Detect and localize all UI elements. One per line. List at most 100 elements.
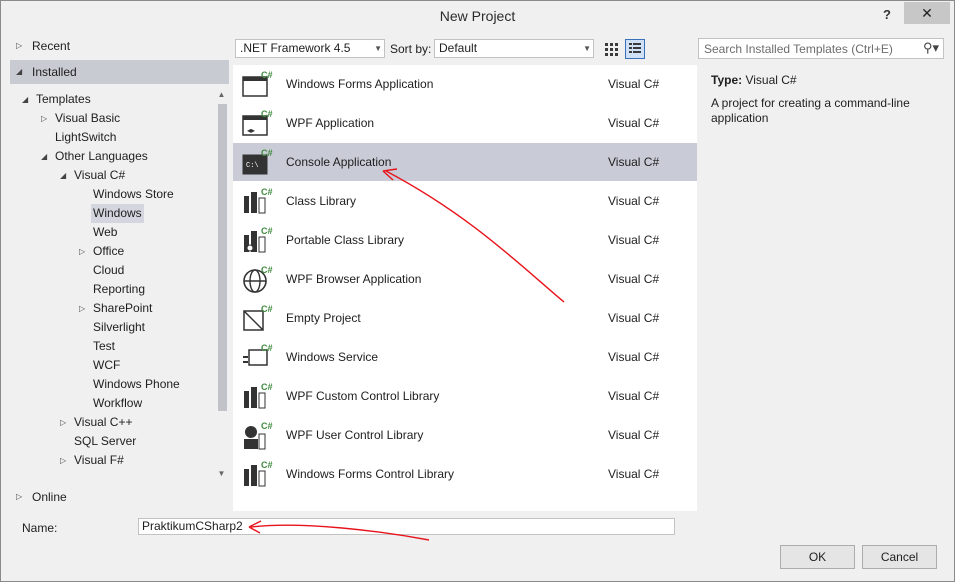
expand-arrow-icon[interactable]: ▷ bbox=[79, 242, 85, 261]
tree-item-label: Windows Phone bbox=[93, 377, 180, 391]
sort-select[interactable]: Default ▼ bbox=[434, 39, 594, 58]
template-row[interactable]: C:\ C# Console Application Visual C# bbox=[233, 143, 697, 181]
template-row[interactable]: C# Windows Forms Application Visual C# bbox=[233, 65, 697, 103]
globe-icon: C# bbox=[241, 264, 273, 294]
windows-forms-icon: C# bbox=[241, 69, 273, 99]
expand-arrow-icon[interactable]: ▷ bbox=[60, 413, 66, 432]
template-row[interactable]: C# Windows Forms Control Library Visual C# bbox=[233, 455, 697, 493]
project-name-input[interactable]: PraktikumCSharp2 bbox=[138, 518, 675, 535]
template-navigation: ▷ Recent ◢ Installed ◢ Templates ▷ Visual B… bbox=[10, 34, 229, 511]
expand-arrow-icon[interactable]: ▷ bbox=[79, 299, 85, 318]
template-name: Windows Forms Control Library bbox=[286, 467, 455, 481]
tree-item[interactable]: ▷ Visual C++ bbox=[10, 413, 214, 432]
tree-item[interactable]: WCF bbox=[10, 356, 214, 375]
cancel-button[interactable]: Cancel bbox=[862, 545, 937, 569]
template-row[interactable]: C# Windows Service Visual C# bbox=[233, 338, 697, 376]
svg-text:◂▸: ◂▸ bbox=[247, 126, 255, 135]
template-tree: ◢ Templates ▷ Visual Basic LightSwitch ◢ Other… bbox=[10, 90, 214, 482]
template-row[interactable]: C# WPF User Control Library Visual C# bbox=[233, 416, 697, 454]
forms-control-icon: C# bbox=[241, 459, 273, 489]
tree-item-label: WCF bbox=[93, 358, 121, 372]
new-project-dialog: New Project ? ✕ ▷ Recent ◢ Installed ◢ Te… bbox=[0, 0, 955, 582]
tree-item[interactable]: ◢ Visual C# bbox=[10, 166, 214, 185]
tree-item-label: Other Languages bbox=[55, 149, 148, 163]
svg-text:C#: C# bbox=[261, 382, 273, 392]
tree-item[interactable]: ▷ SharePoint bbox=[10, 299, 214, 318]
list-view-button[interactable] bbox=[625, 39, 645, 59]
collapse-arrow-icon: ◢ bbox=[16, 67, 23, 76]
tree-item-label: Test bbox=[93, 339, 116, 353]
description-text: A project for creating a command-line ap… bbox=[711, 96, 910, 125]
tree-item[interactable]: ▷ Visual Basic bbox=[10, 109, 214, 128]
tree-item[interactable]: Windows Phone bbox=[10, 375, 214, 394]
grid-view-icon bbox=[605, 43, 618, 56]
framework-select[interactable]: .NET Framework 4.5 ▼ bbox=[235, 39, 385, 58]
collapse-arrow-icon[interactable]: ◢ bbox=[22, 90, 28, 109]
template-name: Empty Project bbox=[286, 311, 361, 325]
tree-item-label: Windows Store bbox=[93, 187, 174, 201]
tree-item[interactable]: SQL Server bbox=[10, 432, 214, 451]
scroll-thumb[interactable] bbox=[218, 104, 227, 411]
chevron-down-icon: ▼ bbox=[374, 44, 382, 53]
template-row[interactable]: C# Class Library Visual C# bbox=[233, 182, 697, 220]
tree-item[interactable]: ▷ Office bbox=[10, 242, 214, 261]
tree-item[interactable]: Test bbox=[10, 337, 214, 356]
tree-item[interactable]: Workflow bbox=[10, 394, 214, 413]
scroll-down-icon[interactable]: ▼ bbox=[215, 469, 228, 482]
tree-item[interactable]: Windows bbox=[10, 204, 214, 223]
collapse-arrow-icon[interactable]: ◢ bbox=[60, 166, 66, 185]
tree-item[interactable]: ◢ Templates bbox=[10, 90, 214, 109]
search-icon[interactable]: ⚲▾ bbox=[923, 40, 939, 56]
template-name: Portable Class Library bbox=[286, 233, 405, 247]
template-language: Visual C# bbox=[608, 311, 660, 325]
title-bar: New Project ? ✕ bbox=[1, 1, 954, 31]
template-name: WPF User Control Library bbox=[286, 428, 424, 442]
svg-text:C#: C# bbox=[261, 421, 273, 431]
svg-text:C#: C# bbox=[261, 226, 273, 236]
help-button[interactable]: ? bbox=[879, 7, 895, 23]
template-language: Visual C# bbox=[608, 155, 660, 169]
expand-arrow-icon[interactable]: ▷ bbox=[60, 451, 66, 470]
collapse-arrow-icon[interactable]: ◢ bbox=[41, 147, 47, 166]
template-language: Visual C# bbox=[608, 350, 660, 364]
sort-by-label: Sort by: bbox=[390, 42, 432, 56]
close-button[interactable]: ✕ bbox=[904, 2, 950, 24]
template-row[interactable]: C# Empty Project Visual C# bbox=[233, 299, 697, 337]
svg-text:C#: C# bbox=[261, 187, 273, 197]
tree-scrollbar[interactable]: ▲ ▼ bbox=[215, 90, 228, 482]
tree-item[interactable]: Reporting bbox=[10, 280, 214, 299]
svg-text:C#: C# bbox=[261, 304, 273, 314]
template-row[interactable]: C# WPF Browser Application Visual C# bbox=[233, 260, 697, 298]
template-language: Visual C# bbox=[608, 116, 660, 130]
template-row[interactable]: C# WPF Custom Control Library Visual C# bbox=[233, 377, 697, 415]
tree-item[interactable]: ◢ Other Languages bbox=[10, 147, 214, 166]
scroll-up-icon[interactable]: ▲ bbox=[215, 90, 228, 103]
template-language: Visual C# bbox=[608, 428, 660, 442]
expand-arrow-icon: ▷ bbox=[16, 492, 23, 501]
tree-item[interactable]: ▷ Visual F# bbox=[10, 451, 214, 470]
tree-item-label: Visual C# bbox=[74, 168, 126, 182]
tree-item[interactable]: Silverlight bbox=[10, 318, 214, 337]
template-row[interactable]: C# Portable Class Library Visual C# bbox=[233, 221, 697, 259]
svg-text:C#: C# bbox=[261, 70, 273, 80]
tree-item-label: SQL Server bbox=[74, 434, 137, 448]
nav-recent[interactable]: ▷ Recent bbox=[10, 34, 229, 58]
nav-installed[interactable]: ◢ Installed bbox=[10, 60, 229, 84]
tree-item[interactable]: LightSwitch bbox=[10, 128, 214, 147]
expand-arrow-icon[interactable]: ▷ bbox=[41, 109, 47, 128]
grid-view-button[interactable] bbox=[601, 39, 621, 59]
template-name: Windows Service bbox=[286, 350, 379, 364]
portable-library-icon: C# bbox=[241, 225, 273, 255]
nav-online[interactable]: ▷ Online bbox=[10, 485, 229, 509]
tree-item[interactable]: Web bbox=[10, 223, 214, 242]
tree-item-label: Visual F# bbox=[74, 453, 124, 467]
chevron-down-icon: ▼ bbox=[583, 44, 591, 53]
template-row[interactable]: ◂▸ C# WPF Application Visual C# bbox=[233, 104, 697, 142]
tree-item-label: Office bbox=[93, 244, 125, 258]
search-input[interactable]: Search Installed Templates (Ctrl+E) ⚲▾ bbox=[698, 38, 944, 59]
tree-item-label: Silverlight bbox=[93, 320, 146, 334]
ok-button[interactable]: OK bbox=[780, 545, 855, 569]
class-library-icon: C# bbox=[241, 186, 273, 216]
tree-item[interactable]: Cloud bbox=[10, 261, 214, 280]
tree-item[interactable]: Windows Store bbox=[10, 185, 214, 204]
